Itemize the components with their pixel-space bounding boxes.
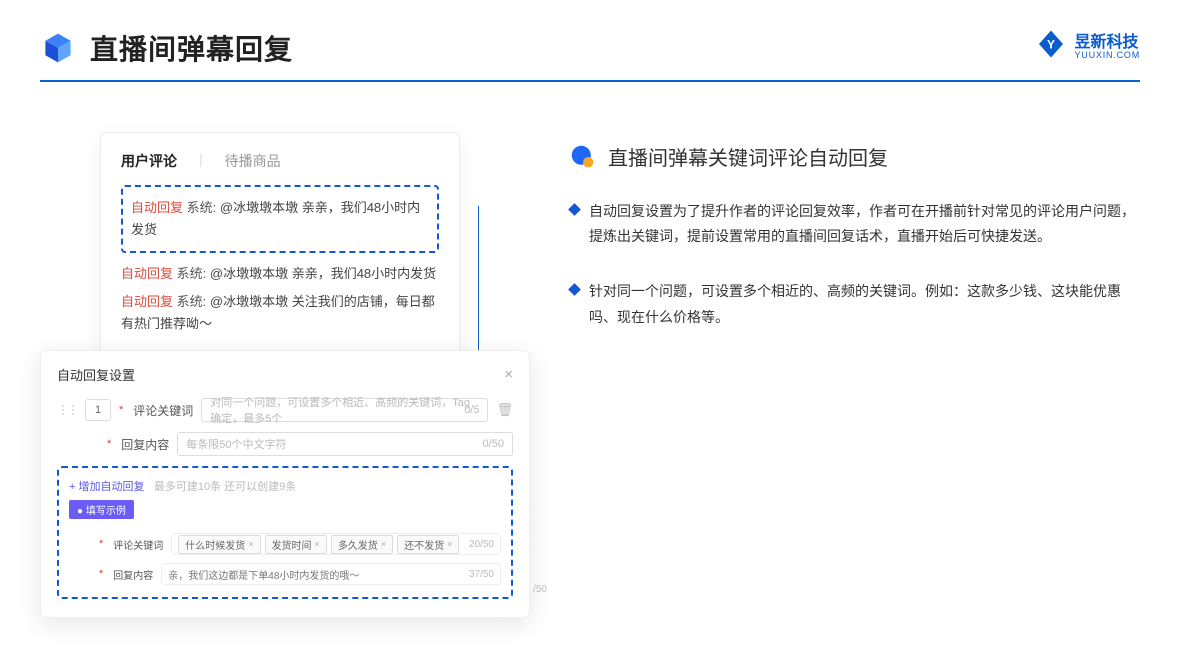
diamond-bullet-icon [568, 203, 581, 216]
ex-keyword-input[interactable]: 什么时候发货× 发货时间× 多久发货× 还不发货× 20/50 [171, 533, 501, 555]
svg-text:Y: Y [1047, 38, 1055, 52]
trash-icon[interactable]: 🗑 [496, 402, 513, 418]
highlighted-comment: 自动回复 系统: @冰墩墩本墩 亲亲，我们48小时内发货 [121, 185, 439, 253]
keyword-label: 评论关键词 [133, 402, 193, 419]
comments-card: 用户评论 | 待播商品 自动回复 系统: @冰墩墩本墩 亲亲，我们48小时内发货… [100, 132, 460, 358]
settings-title: 自动回复设置 [57, 365, 135, 384]
tag[interactable]: 发货时间× [265, 535, 327, 554]
auto-reply-label: 自动回复 [121, 266, 173, 281]
tab-separator: | [199, 151, 203, 171]
content-label: 回复内容 [121, 436, 169, 453]
system-label: 系统: [187, 200, 217, 215]
close-icon[interactable]: × [504, 366, 513, 383]
required-star: * [99, 538, 103, 550]
tag[interactable]: 还不发货× [397, 535, 459, 554]
tab-user-comments[interactable]: 用户评论 [121, 151, 177, 171]
add-auto-reply-link[interactable]: + 增加自动回复 [69, 481, 144, 493]
brand-sub: YUUXIN.COM [1074, 50, 1140, 60]
ex-content-label: 回复内容 [113, 567, 153, 582]
auto-reply-label: 自动回复 [121, 294, 173, 309]
comment-msg: @冰墩墩本墩 亲亲，我们48小时内发货 [210, 266, 436, 281]
diamond-bullet-icon [568, 284, 581, 297]
brand-name: 昱新科技 [1074, 34, 1138, 51]
add-hint: 最多可建10条 还可以创建9条 [154, 481, 296, 493]
comment-line: 自动回复 系统: @冰墩墩本墩 关注我们的店铺，每日都有热门推荐呦～ [121, 291, 439, 335]
chat-bubble-icon [570, 144, 596, 170]
required-star: * [119, 404, 123, 416]
input-placeholder: 对同一个问题，可设置多个相近、高频的关键词，Tag确定，最多5个 [210, 394, 479, 426]
tab-pending-goods[interactable]: 待播商品 [225, 151, 281, 171]
example-badge: ● 填写示例 [69, 500, 134, 519]
brand-block: Y 昱新科技 YUUXIN.COM [1036, 28, 1140, 60]
bullet-text: 自动回复设置为了提升作者的评论回复效率，作者可在开播前针对常见的评论用户问题，提… [589, 199, 1140, 249]
ex-content-value: 亲，我们这边都是下单48小时内发货的哦～ [168, 567, 359, 582]
required-star: * [99, 568, 103, 580]
ex-keyword-label: 评论关键词 [113, 537, 163, 552]
bullet-item: 自动回复设置为了提升作者的评论回复效率，作者可在开播前针对常见的评论用户问题，提… [570, 199, 1140, 249]
right-content: 直播间弹幕关键词评论自动回复 自动回复设置为了提升作者的评论回复效率，作者可在开… [570, 132, 1140, 360]
bullet-item: 针对同一个问题，可设置多个相近的、高频的关键词。例如：这款多少钱、这块能优惠吗、… [570, 279, 1140, 329]
tag[interactable]: 多久发货× [331, 535, 393, 554]
counter: 37/50 [469, 569, 494, 580]
auto-reply-label: 自动回复 [131, 200, 183, 215]
keyword-input[interactable]: 对同一个问题，可设置多个相近、高频的关键词，Tag确定，最多5个 0/5 [201, 398, 488, 422]
comment-line: 自动回复 系统: @冰墩墩本墩 亲亲，我们48小时内发货 [121, 263, 439, 285]
system-label: 系统: [177, 294, 207, 309]
drag-handle-icon[interactable]: ⋮⋮ [57, 403, 77, 417]
settings-card: 自动回复设置 × ⋮⋮ 1 * 评论关键词 对同一个问题，可设置多个相近、高频的… [40, 350, 530, 618]
content-row: * 回复内容 每条限50个中文字符 0/50 [57, 432, 513, 456]
keyword-row: ⋮⋮ 1 * 评论关键词 对同一个问题，可设置多个相近、高频的关键词，Tag确定… [57, 398, 513, 422]
required-star: * [107, 438, 111, 450]
comment-tabs: 用户评论 | 待播商品 [121, 151, 439, 171]
example-block: + 增加自动回复 最多可建10条 还可以创建9条 ● 填写示例 * 评论关键词 … [57, 466, 513, 599]
section-title: 直播间弹幕关键词评论自动回复 [608, 142, 888, 171]
left-screenshots: 用户评论 | 待播商品 自动回复 系统: @冰墩墩本墩 亲亲，我们48小时内发货… [40, 132, 510, 360]
counter: 0/5 [464, 404, 479, 416]
counter: 20/50 [469, 539, 494, 550]
system-label: 系统: [177, 266, 207, 281]
counter: 0/50 [483, 438, 504, 450]
outside-counter: /50 [533, 584, 547, 595]
input-placeholder: 每条限50个中文字符 [186, 436, 286, 452]
page-title: 直播间弹幕回复 [90, 28, 293, 68]
bullet-text: 针对同一个问题，可设置多个相近的、高频的关键词。例如：这款多少钱、这块能优惠吗、… [589, 279, 1140, 329]
ex-content-input[interactable]: 亲，我们这边都是下单48小时内发货的哦～ 37/50 [161, 563, 501, 585]
content-input[interactable]: 每条限50个中文字符 0/50 [177, 432, 513, 456]
tag[interactable]: 什么时候发货× [178, 535, 260, 554]
cube-icon [40, 30, 76, 66]
brand-icon: Y [1036, 29, 1066, 59]
index-number: 1 [85, 399, 111, 421]
page-header: 直播间弹幕回复 Y 昱新科技 YUUXIN.COM [0, 0, 1180, 80]
